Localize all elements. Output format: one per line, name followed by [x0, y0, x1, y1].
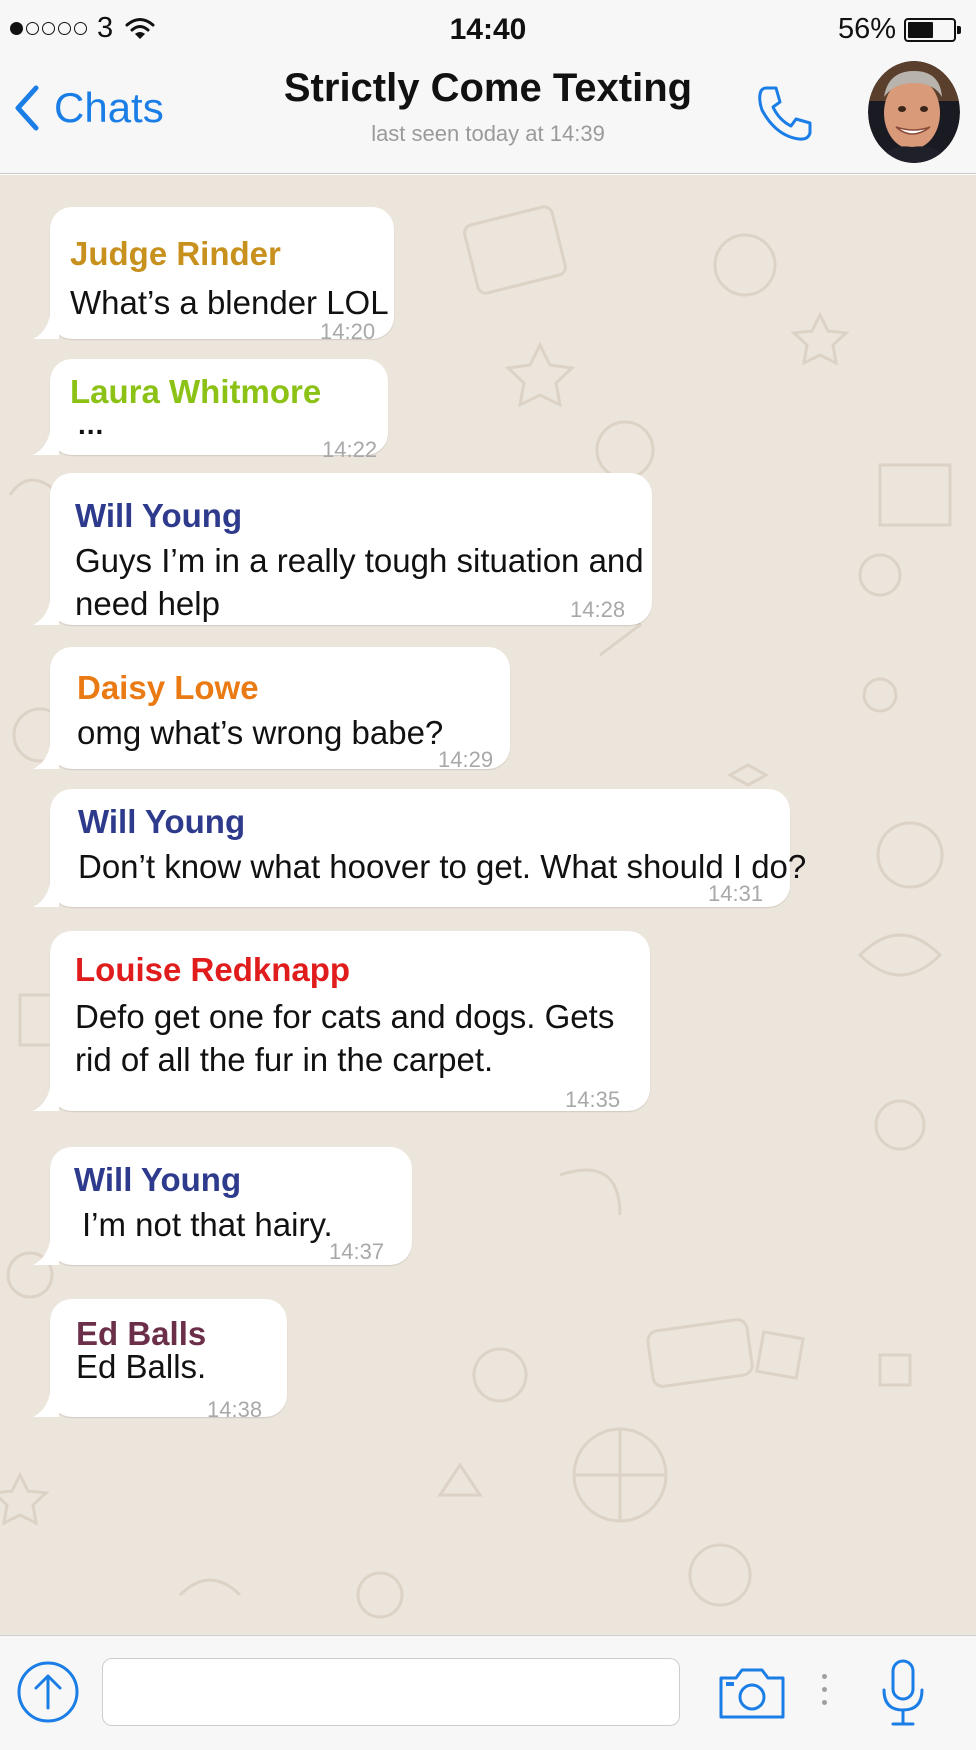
chat-header: Chats Strictly Come Texting last seen to…	[0, 56, 976, 174]
message-text: omg what’s wrong babe?	[77, 714, 444, 751]
message-sender: Daisy Lowe	[77, 669, 259, 706]
battery-percent: 56%	[837, 13, 896, 45]
message-text: Guys I’m in a really tough situation and…	[75, 542, 644, 622]
message-bubble[interactable]: Louise Redknapp Defo get one for cats and…	[33, 931, 650, 1112]
battery-area: 56%	[837, 13, 961, 46]
bubble-tail	[33, 877, 59, 907]
message-sender: Louise Redknapp	[75, 951, 351, 988]
message-bubble[interactable]: Will Young Guys I’m in a really tough sit…	[33, 473, 652, 625]
message-bubble[interactable]: Laura Whitmore... 14:22	[33, 359, 388, 462]
back-label: Chats	[54, 84, 164, 131]
status-bar: 3 14:40 56%	[0, 0, 976, 56]
message-text: ...	[78, 409, 105, 440]
bubble-tail	[33, 309, 59, 339]
message-timestamp: 14:20	[320, 319, 376, 344]
message-text: Don’t know what hoover to get. What shou…	[78, 848, 807, 885]
upload-arrow-icon[interactable]	[16, 1660, 80, 1724]
microphone-icon[interactable]	[878, 1658, 928, 1728]
message-bubble[interactable]: Judge Rinder What’s a blender LOL 14:20	[33, 207, 394, 344]
status-time: 14:40	[449, 13, 527, 46]
message-input[interactable]	[102, 1658, 680, 1726]
message-timestamp: 14:28	[570, 597, 626, 622]
message-text: What’s a blender LOL	[70, 284, 389, 321]
message-bubble[interactable]: Will Young I’m not that hairy. 14:37	[33, 1147, 412, 1265]
bubble-tail	[33, 595, 59, 625]
bubble-tail	[33, 1387, 59, 1417]
message-input-bar	[0, 1635, 976, 1750]
bubble-tail	[33, 1235, 59, 1265]
message-timestamp: 14:29	[438, 747, 494, 772]
separator-dots	[822, 1674, 827, 1705]
message-sender: Judge Rinder	[70, 235, 281, 272]
message-sender: Will Young	[75, 497, 243, 534]
message-bubble[interactable]: Daisy Lowe omg what’s wrong babe? 14:29	[33, 647, 510, 772]
message-timestamp: 14:35	[565, 1087, 621, 1112]
message-bubble[interactable]: Ed Balls Ed Balls. 14:38	[33, 1299, 287, 1422]
message-sender: Will Young	[78, 803, 246, 840]
message-sender: Will Young	[74, 1161, 242, 1198]
message-text: Ed Balls.	[76, 1348, 207, 1385]
back-button[interactable]: Chats	[14, 84, 164, 132]
message-timestamp: 14:37	[329, 1239, 385, 1264]
message-bubble[interactable]: Will Young Don’t know what hoover to get.…	[33, 789, 806, 907]
message-sender: Laura Whitmore	[70, 373, 322, 410]
bubble-tail	[33, 739, 59, 769]
chevron-left-icon	[15, 85, 39, 131]
message-text: Defo get one for cats and dogs. Gets rid…	[75, 998, 615, 1078]
phone-icon[interactable]	[752, 80, 818, 146]
contact-avatar[interactable]	[868, 61, 960, 163]
camera-icon[interactable]	[718, 1666, 786, 1720]
message-timestamp: 14:38	[207, 1397, 263, 1422]
message-timestamp: 14:31	[708, 881, 764, 906]
bubble-tail	[33, 425, 59, 455]
message-text: I’m not that hairy.	[82, 1206, 333, 1243]
bubble-tail	[33, 1081, 59, 1111]
battery-icon	[904, 17, 961, 42]
message-timestamp: 14:22	[322, 437, 378, 462]
message-list[interactable]: Judge Rinder What’s a blender LOL 14:20 Lau…	[0, 175, 976, 1635]
